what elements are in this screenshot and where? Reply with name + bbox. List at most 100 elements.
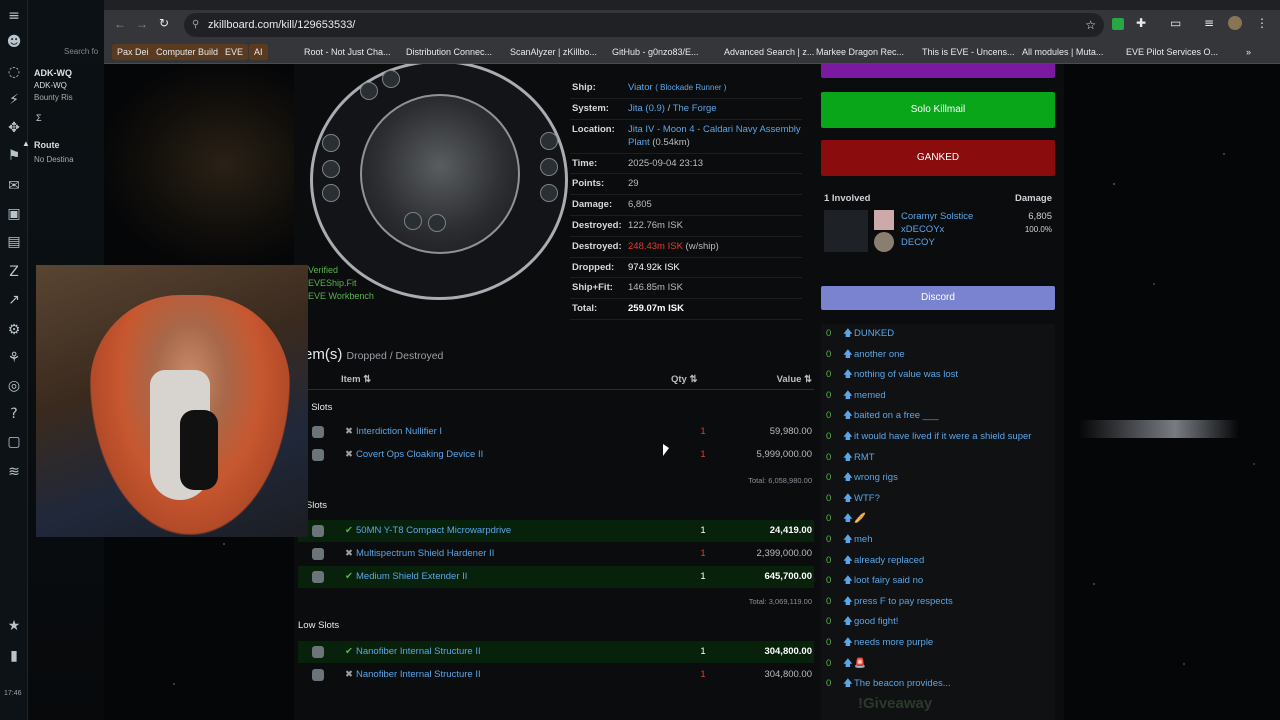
comment-text[interactable]: another one (854, 345, 905, 366)
bookmark-item[interactable]: AI (249, 44, 268, 60)
comment-row[interactable]: 0 🡅 another one (821, 345, 1055, 366)
z-icon[interactable]: Z (4, 262, 24, 282)
comment-text[interactable]: nothing of value was lost (854, 365, 958, 386)
qty-col-header[interactable]: Qty ⇅ (671, 374, 697, 385)
item-row[interactable]: ✖ Interdiction Nullifier I 1 59,980.00 (298, 421, 814, 443)
module-icon[interactable] (312, 426, 324, 438)
people-icon[interactable]: ⚘ (4, 348, 24, 368)
bookmark-item[interactable]: This is EVE - Uncens... (922, 44, 1015, 60)
upvote-icon[interactable]: 🡅 (843, 406, 853, 427)
upvote-icon[interactable]: 🡅 (843, 571, 853, 592)
item-name[interactable]: Nanofiber Internal Structure II (356, 641, 481, 663)
comment-text[interactable]: meh (854, 530, 872, 551)
fit-slot-icon[interactable] (322, 160, 340, 178)
location-link-cont[interactable]: Plant (628, 137, 650, 148)
item-name[interactable]: Multispectrum Shield Hardener II (356, 543, 494, 565)
fit-slot-icon[interactable] (322, 184, 340, 202)
item-row[interactable]: ✔ Nanofiber Internal Structure II 1 304,800… (298, 641, 814, 663)
comment-row[interactable]: 0 🡅 The beacon provides... (821, 674, 1055, 695)
comment-row[interactable]: 0 🡅 it would have lived if it were a shiel… (821, 427, 1055, 448)
bookmark-item[interactable]: Distribution Connec... (406, 44, 492, 60)
eveshipfit-link[interactable]: EVEShip.Fit (308, 277, 374, 290)
inventory-icon[interactable]: ⚑ (4, 146, 24, 166)
bookmark-item[interactable]: Root - Not Just Cha... (304, 44, 391, 60)
item-row[interactable]: ✖ Multispectrum Shield Hardener II 1 2,399,… (298, 543, 814, 565)
region-link[interactable]: The Forge (673, 103, 717, 114)
comment-row[interactable]: 0 🡅 🚨 (821, 654, 1055, 675)
gear-icon[interactable]: ⚙ (4, 320, 24, 340)
mail-icon[interactable]: ✉ (4, 176, 24, 196)
comment-text[interactable]: baited on a free ___ (854, 406, 939, 427)
comment-text[interactable]: 🥖 (854, 509, 866, 530)
location-link[interactable]: Jita IV - Moon 4 - Caldari Navy Assembly (628, 124, 801, 135)
fit-slot-icon[interactable] (322, 134, 340, 152)
item-name[interactable]: Interdiction Nullifier I (356, 421, 442, 443)
item-name[interactable]: 50MN Y-T8 Compact Microwarpdrive (356, 520, 511, 542)
comment-row[interactable]: 0 🡅 baited on a free ___ (821, 406, 1055, 427)
upvote-icon[interactable]: 🡅 (843, 448, 853, 469)
comment-row[interactable]: 0 🡅 nothing of value was lost (821, 365, 1055, 386)
upvote-icon[interactable]: 🡅 (843, 386, 853, 407)
bookmark-star-icon[interactable]: ☆ (1085, 13, 1096, 37)
box-icon[interactable]: ▣ (4, 204, 24, 224)
fit-slot-icon[interactable] (360, 82, 378, 100)
comment-text[interactable]: needs more purple (854, 633, 933, 654)
reload-icon[interactable]: ↻ (159, 16, 169, 30)
bookmark-item[interactable]: EVE (220, 44, 249, 60)
upvote-icon[interactable]: 🡅 (843, 551, 853, 572)
upvote-icon[interactable]: 🡅 (843, 530, 853, 551)
fit-slot-icon[interactable] (428, 214, 446, 232)
kebab-menu-icon[interactable]: ⋮ (1256, 16, 1268, 30)
bookmark-item[interactable]: GitHub - g0nzo83/E... (612, 44, 699, 60)
playlist-icon[interactable]: ≡ (1204, 16, 1214, 30)
comment-text[interactable]: WTF? (854, 489, 880, 510)
bookmark-item[interactable]: ScanAlyzer | zKillbo... (510, 44, 597, 60)
book-icon[interactable]: ▤ (4, 232, 24, 252)
help-icon[interactable]: ? (4, 404, 24, 424)
back-icon[interactable]: ← (114, 17, 126, 31)
purple-banner[interactable] (821, 64, 1055, 78)
comment-text[interactable]: it would have lived if it were a shield … (854, 427, 1031, 448)
module-icon[interactable] (312, 449, 324, 461)
cast-icon[interactable]: ▭ (1170, 16, 1181, 30)
comment-row[interactable]: 0 🡅 already replaced (821, 551, 1055, 572)
system-name[interactable]: ADK-WQ (34, 68, 72, 78)
comment-row[interactable]: 0 🡅 good fight! (821, 612, 1055, 633)
eve-workbench-link[interactable]: EVE Workbench (308, 290, 374, 303)
item-name[interactable]: Covert Ops Cloaking Device II (356, 444, 483, 466)
upvote-icon[interactable]: 🡅 (843, 674, 853, 695)
fit-slot-icon[interactable] (540, 132, 558, 150)
attacker-ship-icon[interactable] (874, 210, 894, 230)
chart-icon[interactable]: ↗ (4, 290, 24, 310)
comment-row[interactable]: 0 🡅 DUNKED (821, 324, 1055, 345)
avatar-icon[interactable]: ☻ (4, 32, 24, 52)
attacker-weapon-icon[interactable] (874, 232, 894, 252)
comment-text[interactable]: 🚨 (854, 654, 866, 675)
route-toggle-icon[interactable]: ▲ (22, 139, 30, 148)
module-icon[interactable] (312, 646, 324, 658)
module-icon[interactable] (312, 571, 324, 583)
item-col-header[interactable]: Item ⇅ (341, 374, 371, 385)
comment-row[interactable]: 0 🡅 🥖 (821, 509, 1055, 530)
module-icon[interactable] (312, 669, 324, 681)
site-info-icon[interactable]: ⚲ (192, 13, 199, 37)
profile-avatar[interactable] (1228, 16, 1242, 30)
comment-text[interactable]: already replaced (854, 551, 924, 572)
fit-slot-icon[interactable] (404, 212, 422, 230)
upvote-icon[interactable]: 🡅 (843, 427, 853, 448)
bookmark-item[interactable]: Markee Dragon Rec... (816, 44, 904, 60)
comment-row[interactable]: 0 🡅 meh (821, 530, 1055, 551)
upvote-icon[interactable]: 🡅 (843, 324, 853, 345)
menu-icon[interactable]: ≡ (4, 6, 24, 26)
item-row[interactable]: ✖ Nanofiber Internal Structure II 1 304,800… (298, 664, 814, 686)
layers-icon[interactable]: ≋ (4, 462, 24, 482)
fit-slot-icon[interactable] (540, 184, 558, 202)
extension-icon[interactable] (1112, 18, 1124, 30)
comment-text[interactable]: good fight! (854, 612, 898, 633)
upvote-icon[interactable]: 🡅 (843, 489, 853, 510)
bookmark-item[interactable]: Advanced Search | z... (724, 44, 814, 60)
comment-text[interactable]: RMT (854, 448, 875, 469)
comment-text[interactable]: memed (854, 386, 886, 407)
solo-killmail-badge[interactable]: Solo Killmail (821, 92, 1055, 128)
search-field[interactable]: Search fo (64, 47, 98, 56)
